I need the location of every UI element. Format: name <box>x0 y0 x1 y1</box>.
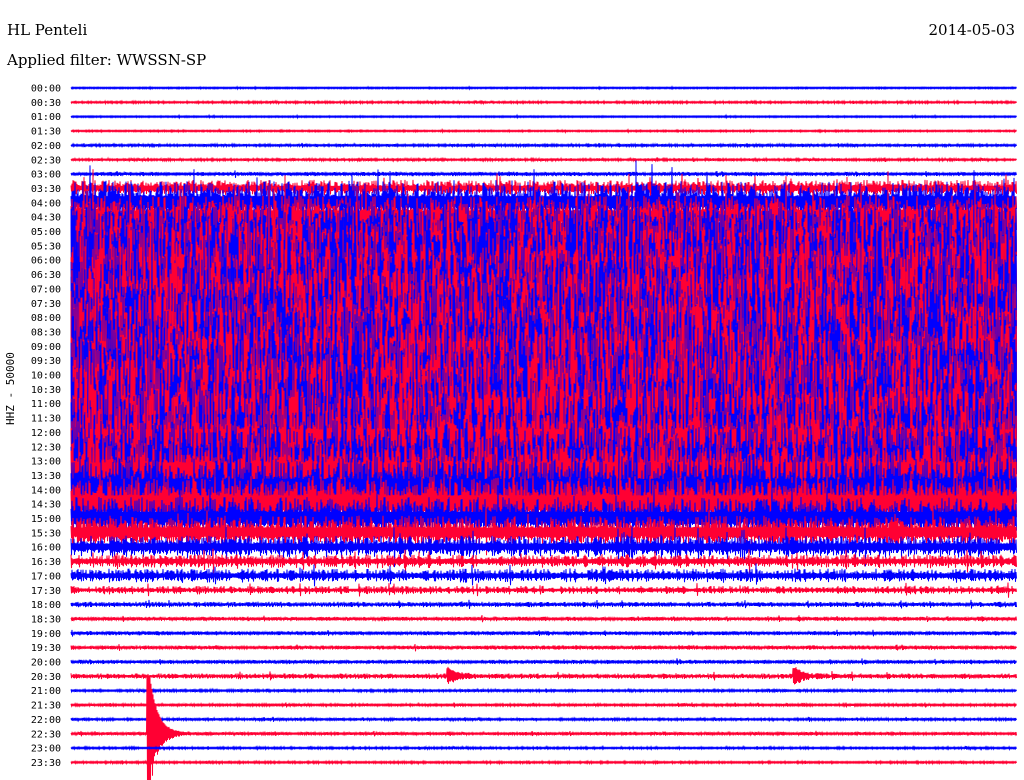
row-time-label: 12:30 <box>31 442 61 453</box>
row-time-label: 04:00 <box>31 198 61 209</box>
row-time-label: 04:30 <box>31 213 61 224</box>
row-time-label: 23:00 <box>31 744 61 755</box>
row-time-label: 20:00 <box>31 658 61 669</box>
row-time-label: 21:30 <box>31 701 61 712</box>
trace-line <box>70 127 1017 135</box>
row-time-label: 01:00 <box>31 112 61 123</box>
trace-line <box>70 582 1017 598</box>
trace-line <box>70 563 1017 587</box>
row-time-label: 01:30 <box>31 127 61 138</box>
row-time-label: 00:30 <box>31 98 61 109</box>
row-time-label: 20:30 <box>31 672 61 683</box>
trace-line <box>70 142 1017 149</box>
trace-line <box>70 615 1017 623</box>
row-time-label: 06:00 <box>31 256 61 267</box>
row-time-label: 07:00 <box>31 284 61 295</box>
row-time-label: 09:30 <box>31 356 61 367</box>
row-time-label: 19:00 <box>31 629 61 640</box>
row-time-label: 13:00 <box>31 457 61 468</box>
row-time-label: 18:00 <box>31 600 61 611</box>
row-time-label: 14:00 <box>31 485 61 496</box>
row-time-label: 06:30 <box>31 270 61 281</box>
helicorder-plot: 00:00 00:30 01:00 01:30 02:00 02:30 03:00 03:30… <box>31 84 1017 780</box>
trace-line <box>70 643 1017 652</box>
trace-line <box>70 170 1017 178</box>
trace-line <box>70 156 1017 163</box>
trace-line <box>70 687 1017 694</box>
row-time-label: 03:00 <box>31 170 61 181</box>
row-time-label: 21:00 <box>31 686 61 697</box>
row-time-label: 02:30 <box>31 155 61 166</box>
row-time-label: 17:00 <box>31 571 61 582</box>
row-time-label: 16:30 <box>31 557 61 568</box>
trace-line <box>70 716 1017 723</box>
row-time-label: 11:30 <box>31 414 61 425</box>
row-time-label: 10:30 <box>31 385 61 396</box>
trace-line <box>70 759 1017 766</box>
trace-line <box>70 658 1017 665</box>
row-time-label: 02:00 <box>31 141 61 152</box>
trace-line <box>70 599 1017 609</box>
trace-line <box>70 99 1017 106</box>
row-time-label: 05:30 <box>31 241 61 252</box>
row-time-label: 09:00 <box>31 342 61 353</box>
row-time-label: 18:30 <box>31 614 61 625</box>
row-time-label: 14:30 <box>31 500 61 511</box>
row-time-label: 07:30 <box>31 299 61 310</box>
row-time-label: 22:30 <box>31 729 61 740</box>
row-time-label: 10:00 <box>31 371 61 382</box>
row-time-label: 12:00 <box>31 428 61 439</box>
trace-line <box>70 744 1017 752</box>
row-time-label: 00:00 <box>31 84 61 95</box>
row-time-label: 05:00 <box>31 227 61 238</box>
trace-line <box>70 85 1017 91</box>
row-time-label: 17:30 <box>31 586 61 597</box>
row-time-label: 11:00 <box>31 399 61 410</box>
trace-line <box>70 629 1017 637</box>
row-time-label: 08:00 <box>31 313 61 324</box>
row-time-label: 22:00 <box>31 715 61 726</box>
row-time-label: 23:30 <box>31 758 61 769</box>
row-time-label: 15:00 <box>31 514 61 525</box>
trace-line <box>70 701 1017 709</box>
trace-line <box>70 113 1017 120</box>
row-time-label: 19:30 <box>31 643 61 654</box>
row-time-label: 08:30 <box>31 327 61 338</box>
row-time-label: 03:30 <box>31 184 61 195</box>
row-time-label: 16:00 <box>31 543 61 554</box>
trace-line <box>70 666 1017 685</box>
row-time-label: 15:30 <box>31 528 61 539</box>
row-time-label: 13:30 <box>31 471 61 482</box>
